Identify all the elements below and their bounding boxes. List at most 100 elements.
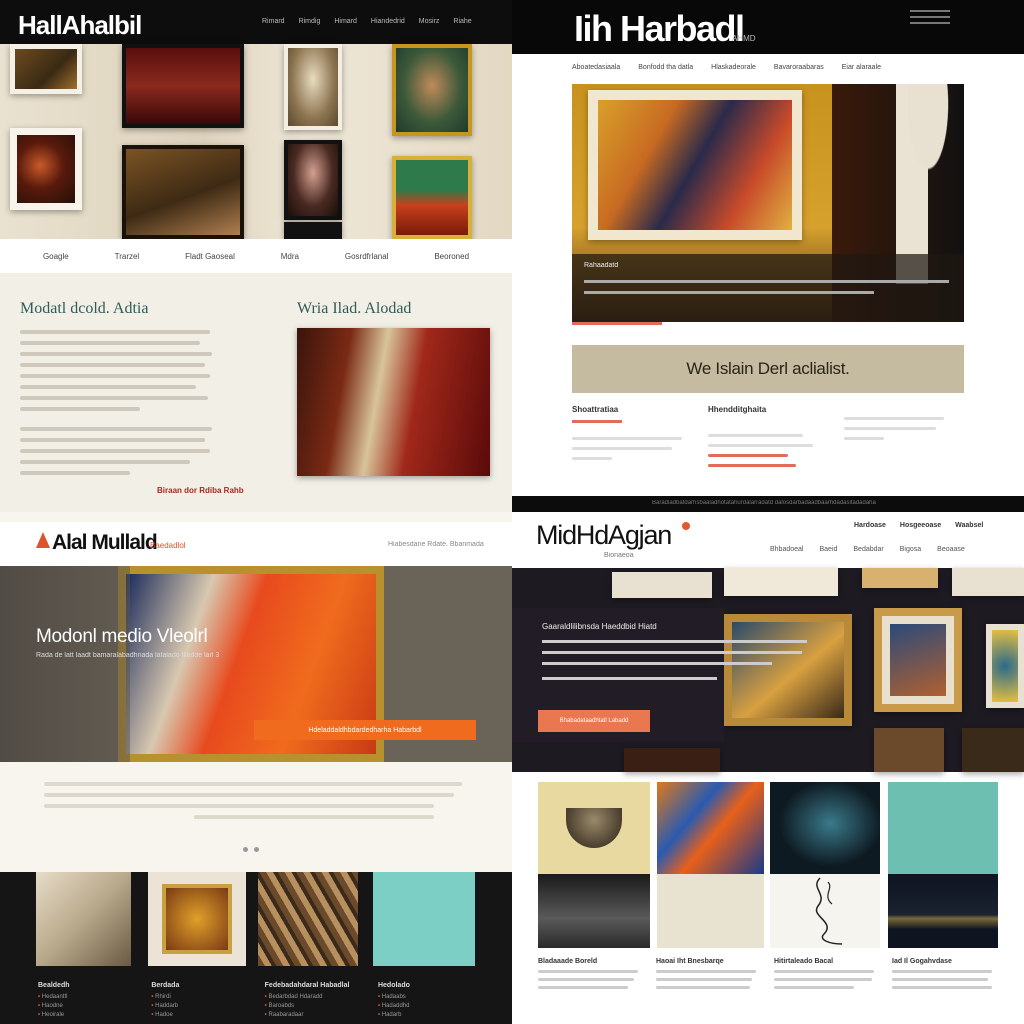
nav-item[interactable]: Waabsel <box>955 522 983 529</box>
footer-link[interactable]: Raabaradaar <box>268 1012 303 1018</box>
nav-item[interactable]: Bigosa <box>900 546 921 553</box>
caption-card: Haoai Iht Bnesbarqe <box>656 958 762 996</box>
nav-item[interactable]: Baeid <box>819 546 837 553</box>
artwork-thumbnail[interactable] <box>888 782 998 874</box>
hero-cta-button[interactable]: Hdeladdaldhbdardedharha Habarbdl <box>254 720 476 740</box>
hero-overlay-text-placeholder <box>542 640 812 680</box>
artwork-thumbnail[interactable] <box>770 874 880 948</box>
artwork-thumbnail[interactable] <box>36 872 131 966</box>
read-more-link[interactable]: Biraan dor Rdiba Rahb <box>157 486 244 495</box>
category-link[interactable]: Beoroned <box>434 252 469 261</box>
nav-item[interactable]: Hosgeeoase <box>900 522 941 529</box>
nav-item[interactable]: Hiandedrid <box>371 18 405 25</box>
line-drawing-icon <box>815 877 843 945</box>
hero-cta-button[interactable]: Bhabadataadhtatl Labadd <box>538 710 650 732</box>
footer-link[interactable]: Rhirdi <box>155 994 171 1000</box>
artwork-grid <box>538 782 998 950</box>
picture-frame <box>952 568 1024 596</box>
hero-title: Modonl medio Vleolrl <box>36 626 208 647</box>
nav-item[interactable]: Rimdig <box>299 18 321 25</box>
hero-gallery-wall <box>0 44 512 239</box>
artwork-thumbnail[interactable] <box>258 872 358 966</box>
gallery-site-mockup-3: Alal Mullald Baedadlol Hiabesdane Rdate.… <box>0 512 512 1024</box>
body-text-placeholder <box>20 330 220 482</box>
info-columns: Shoattratiaa Hhendditghaita <box>572 405 964 474</box>
site-logo[interactable]: MidHdAgjan <box>536 520 671 551</box>
artwork-thumbnail[interactable] <box>888 874 998 948</box>
feature-hero[interactable]: Rahaadatd <box>572 84 964 325</box>
main-nav: Aboatedasiaala Bonfodd tha datla Hlaskad… <box>572 64 881 71</box>
footer-strip-text: Baradladbatdarhsbaaladhotatahurdalarrada… <box>652 500 876 506</box>
intro-text-placeholder <box>44 782 464 826</box>
nav-item[interactable]: Bonfodd tha datla <box>638 64 693 71</box>
footer-link[interactable]: Heoirale <box>42 1012 64 1018</box>
site-logo[interactable]: Alal Mullald <box>52 531 157 555</box>
header-links[interactable]: Hiabesdane Rdate. Bbanmada <box>388 541 484 548</box>
nav-item[interactable]: Bhbadoeal <box>770 546 803 553</box>
footer-column-title: Berdada <box>151 982 180 989</box>
footer-link[interactable]: Haddarb <box>155 1003 178 1009</box>
nav-item[interactable]: Eiar alaraale <box>842 64 881 71</box>
nav-item[interactable]: Mosirz <box>419 18 440 25</box>
nav-item[interactable]: Aboatedasiaala <box>572 64 620 71</box>
site-logo[interactable]: Iih Harbadl <box>574 8 744 50</box>
footer-column: Fedebadahdaral Habadlal • Bedarbdad Hdar… <box>265 982 365 1020</box>
nav-item[interactable]: Beoaase <box>937 546 965 553</box>
picture-frame <box>724 568 838 596</box>
footer-link[interactable]: Haodne <box>42 1003 63 1009</box>
category-link[interactable]: Goagle <box>43 252 69 261</box>
footer-link[interactable]: Hadaddhd <box>382 1003 410 1009</box>
featured-painting[interactable] <box>297 328 490 476</box>
feature-caption: Rahaadatd <box>584 262 619 269</box>
nav-item[interactable]: Rimard <box>262 18 285 25</box>
artwork-thumbnail[interactable] <box>538 874 650 948</box>
footer-link[interactable]: Baroabds <box>268 1003 294 1009</box>
footer-link[interactable]: Bedarbdad Hdaradd <box>268 994 322 1000</box>
footer-link[interactable]: Hadarb <box>382 1012 402 1018</box>
footer-column-title: Hedolado <box>377 982 410 989</box>
footer-column: Bealdedh • Hedaanttl • Haodne • Heoirale <box>38 982 138 1020</box>
tagline: We Islain Derl aclialist. <box>686 359 850 378</box>
category-bar: Goagle Trarzel Fladt Gaoseal Mdra Gosrdf… <box>0 239 512 273</box>
artwork-captions: Bladaaade Boreld Haoai Iht Bnesbarqe Hit… <box>538 958 998 996</box>
artwork-thumbnail[interactable] <box>373 872 475 966</box>
framed-portrait <box>284 44 342 130</box>
picture-frame <box>962 728 1024 772</box>
caption-title[interactable]: Iad Il Gogahvdase <box>892 958 998 965</box>
framed-painting <box>588 90 802 240</box>
caption-title[interactable]: Bladaaade Boreld <box>538 958 644 965</box>
nav-item[interactable]: Hlaskadeorale <box>711 64 756 71</box>
artwork-thumbnail[interactable] <box>657 874 764 948</box>
nav-item[interactable]: Himard <box>334 18 357 25</box>
nav-item[interactable]: Bavaroraabaras <box>774 64 824 71</box>
framed-portrait <box>284 140 342 220</box>
category-link[interactable]: Mdra <box>281 252 299 261</box>
caption-title[interactable]: Haoai Iht Bnesbarqe <box>656 958 762 965</box>
footer-link[interactable]: Hedaanttl <box>42 994 68 1000</box>
footer-column-title: Bealdedh <box>38 982 70 989</box>
framed-portrait <box>392 44 472 136</box>
carousel-dot[interactable] <box>254 847 259 852</box>
nav-item[interactable]: Bedabdar <box>853 546 883 553</box>
carousel-dot[interactable] <box>243 847 248 852</box>
framed-painting <box>122 145 244 239</box>
picture-frame <box>862 568 938 588</box>
sub-nav: Bhbadoeal Baeid Bedabdar Bigosa Beoaase <box>770 546 965 553</box>
artwork-thumbnail[interactable] <box>657 782 764 874</box>
nav-item[interactable]: Riahe <box>453 18 471 25</box>
caption-title[interactable]: Hitirtaleado Bacal <box>774 958 880 965</box>
site-logo[interactable]: HallAhalbil <box>18 10 141 41</box>
artwork-thumbnail[interactable] <box>538 782 650 874</box>
caption-card: Iad Il Gogahvdase <box>892 958 998 996</box>
hero-overlay-title: Gaaraldlilibnsda Haeddbid Hiatd <box>542 622 657 631</box>
footer-link[interactable]: Hadoe <box>155 1012 173 1018</box>
category-link[interactable]: Gosrdfrlanal <box>345 252 389 261</box>
artwork-thumbnail[interactable] <box>148 872 246 966</box>
nav-item[interactable]: Hardoase <box>854 522 886 529</box>
artwork-thumbnail[interactable] <box>770 782 880 874</box>
footer-link[interactable]: Hadaabs <box>382 994 406 1000</box>
picture-frame <box>612 572 712 598</box>
category-link[interactable]: Trarzel <box>115 252 140 261</box>
footer-column-title: Fedebadahdaral Habadlal <box>264 982 350 989</box>
category-link[interactable]: Fladt Gaoseal <box>185 252 235 261</box>
